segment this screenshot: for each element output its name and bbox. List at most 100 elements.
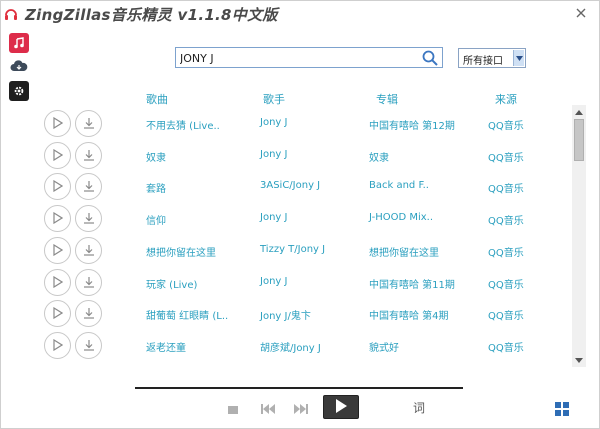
- nav-settings-button[interactable]: [9, 81, 29, 101]
- download-icon: [83, 241, 95, 260]
- lyrics-button[interactable]: 词: [413, 399, 425, 416]
- row-download-button[interactable]: [75, 268, 102, 296]
- table-row[interactable]: 奴隶 Jony J 奴隶 QQ音乐: [41, 141, 571, 173]
- headphones-icon: [4, 6, 18, 20]
- app-window: ZingZillas音乐精灵 v1.1.8中文版 JONY J 所有接口 歌曲 …: [0, 0, 600, 429]
- table-row[interactable]: 甜葡萄 红眼睛 (L.. Jony J/鬼卞 中国有嘻哈 第4期 QQ音乐: [41, 300, 571, 331]
- cell-album[interactable]: 中国有嘻哈 第11期: [369, 276, 455, 291]
- play-icon: [52, 304, 63, 323]
- cell-source[interactable]: QQ音乐: [488, 339, 524, 354]
- column-header-song: 歌曲: [146, 93, 168, 106]
- view-mode-button[interactable]: [555, 401, 569, 416]
- cell-song[interactable]: 玩家 (Live): [146, 276, 197, 291]
- download-icon: [83, 304, 95, 323]
- title-bar: ZingZillas音乐精灵 v1.1.8中文版: [1, 1, 599, 29]
- play-icon: [52, 273, 63, 292]
- cell-artist[interactable]: Jony J: [260, 212, 287, 223]
- previous-icon: [261, 399, 275, 418]
- cell-song[interactable]: 甜葡萄 红眼睛 (L..: [146, 307, 228, 322]
- cell-source[interactable]: QQ音乐: [488, 180, 524, 195]
- nav-music-button[interactable]: [9, 33, 29, 53]
- row-play-button[interactable]: [44, 110, 71, 137]
- row-play-button[interactable]: [44, 173, 71, 201]
- cell-song[interactable]: 奴隶: [146, 149, 166, 164]
- cell-album[interactable]: 貌式好: [369, 339, 399, 354]
- cell-artist[interactable]: Jony J: [260, 149, 287, 160]
- row-download-button[interactable]: [75, 173, 102, 201]
- search-box: [175, 47, 443, 68]
- scrollbar[interactable]: [572, 105, 586, 367]
- nav-cloud-button[interactable]: [9, 57, 29, 77]
- cell-source[interactable]: QQ音乐: [488, 117, 524, 132]
- close-icon: [576, 6, 586, 22]
- cell-artist[interactable]: Jony J/鬼卞: [260, 307, 311, 322]
- table-row[interactable]: 套路 3ASiC/Jony J Back and F.. QQ音乐: [41, 173, 571, 204]
- row-play-button[interactable]: [44, 141, 71, 169]
- cell-artist[interactable]: 胡彦斌/Jony J: [260, 339, 321, 354]
- cell-artist[interactable]: Jony J: [260, 276, 287, 287]
- row-download-button[interactable]: [75, 141, 102, 169]
- cell-album[interactable]: J-HOOD Mix..: [369, 212, 433, 223]
- table-row[interactable]: 玩家 (Live) Jony J 中国有嘻哈 第11期 QQ音乐: [41, 268, 571, 300]
- previous-button[interactable]: [260, 401, 276, 415]
- column-header-source: 来源: [495, 93, 517, 106]
- cell-source[interactable]: QQ音乐: [488, 307, 524, 322]
- row-play-button[interactable]: [44, 268, 71, 296]
- cell-source[interactable]: QQ音乐: [488, 149, 524, 164]
- close-button[interactable]: [567, 5, 594, 23]
- play-icon: [52, 336, 63, 355]
- download-icon: [83, 177, 95, 196]
- play-icon: [52, 114, 63, 133]
- gear-icon: [13, 82, 25, 101]
- cell-song[interactable]: 返老还童: [146, 339, 186, 354]
- grid-icon: [555, 401, 569, 420]
- cell-artist[interactable]: Jony J: [260, 117, 287, 128]
- cell-source[interactable]: QQ音乐: [488, 244, 524, 259]
- cell-source[interactable]: QQ音乐: [488, 276, 524, 291]
- search-input[interactable]: [180, 50, 420, 66]
- table-row[interactable]: 不用去猜 (Live.. Jony J 中国有嘻哈 第12期 QQ音乐: [41, 110, 571, 141]
- next-icon: [294, 399, 308, 418]
- scroll-up-button[interactable]: [572, 105, 586, 119]
- app-title: ZingZillas音乐精灵 v1.1.8中文版: [25, 6, 278, 24]
- cell-source[interactable]: QQ音乐: [488, 212, 524, 227]
- source-select[interactable]: 所有接口: [458, 48, 526, 68]
- download-icon: [83, 146, 95, 165]
- cell-song[interactable]: 信仰: [146, 212, 166, 227]
- table-row[interactable]: 想把你留在这里 Tizzy T/Jony J 想把你留在这里 QQ音乐: [41, 236, 571, 268]
- row-download-button[interactable]: [75, 236, 102, 264]
- play-icon: [52, 241, 63, 260]
- download-icon: [83, 273, 95, 292]
- play-button[interactable]: [323, 395, 359, 419]
- row-download-button[interactable]: [75, 300, 102, 328]
- row-play-button[interactable]: [44, 331, 71, 359]
- row-play-button[interactable]: [44, 300, 71, 328]
- cell-artist[interactable]: 3ASiC/Jony J: [260, 180, 320, 191]
- cell-artist[interactable]: Tizzy T/Jony J: [260, 244, 325, 255]
- row-play-button[interactable]: [44, 205, 71, 233]
- next-button[interactable]: [293, 401, 309, 415]
- table-row[interactable]: 返老还童 胡彦斌/Jony J 貌式好 QQ音乐: [41, 331, 571, 363]
- playback-progress-bar[interactable]: [135, 387, 463, 389]
- cell-song[interactable]: 套路: [146, 180, 166, 195]
- source-select-value: 所有接口: [463, 56, 503, 67]
- cell-song[interactable]: 想把你留在这里: [146, 244, 216, 259]
- cell-album[interactable]: 想把你留在这里: [369, 244, 439, 259]
- row-play-button[interactable]: [44, 236, 71, 264]
- stop-button[interactable]: [226, 401, 240, 415]
- row-download-button[interactable]: [75, 205, 102, 233]
- table-row[interactable]: 信仰 Jony J J-HOOD Mix.. QQ音乐: [41, 205, 571, 236]
- cell-album[interactable]: Back and F..: [369, 180, 429, 191]
- scroll-thumb[interactable]: [574, 119, 584, 161]
- column-header-artist: 歌手: [263, 93, 285, 106]
- cell-song[interactable]: 不用去猜 (Live..: [146, 117, 220, 132]
- download-icon: [83, 336, 95, 355]
- row-download-button[interactable]: [75, 331, 102, 359]
- scroll-down-button[interactable]: [572, 353, 586, 367]
- search-icon[interactable]: [421, 49, 439, 67]
- cell-album[interactable]: 中国有嘻哈 第12期: [369, 117, 455, 132]
- cell-album[interactable]: 奴隶: [369, 149, 389, 164]
- download-icon: [83, 114, 95, 133]
- row-download-button[interactable]: [75, 110, 102, 137]
- cell-album[interactable]: 中国有嘻哈 第4期: [369, 307, 449, 322]
